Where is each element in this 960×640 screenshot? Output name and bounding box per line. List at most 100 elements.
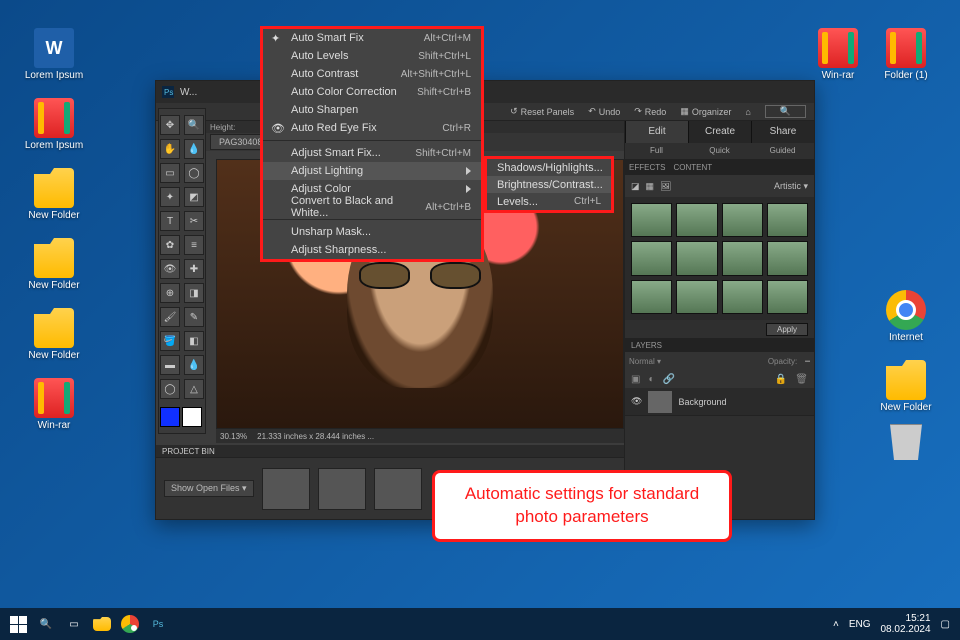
explorer-taskbar[interactable] bbox=[88, 610, 116, 638]
desktop-icon-folder-r1[interactable]: Folder (1) bbox=[874, 28, 938, 81]
background-color[interactable] bbox=[182, 407, 202, 427]
chrome-taskbar[interactable] bbox=[116, 610, 144, 638]
menu-auto-redeye[interactable]: 👁Auto Red Eye FixCtrl+R bbox=[263, 119, 481, 137]
move-tool[interactable]: ✥ bbox=[160, 115, 180, 135]
clone-tool[interactable]: ⊕ bbox=[160, 283, 180, 303]
fx-tab-effects[interactable]: EFFECTS bbox=[629, 163, 665, 172]
home-button[interactable]: ⌂ bbox=[745, 107, 750, 117]
desktop-icon-winrar[interactable]: Win-rar bbox=[22, 378, 86, 431]
eraser-tool[interactable]: ◨ bbox=[184, 283, 204, 303]
wand-tool[interactable]: ✦ bbox=[160, 187, 180, 207]
effect-thumb[interactable] bbox=[676, 280, 717, 314]
menu-auto-levels[interactable]: Auto LevelsShift+Ctrl+L bbox=[263, 47, 481, 65]
cookie-tool[interactable]: ✿ bbox=[160, 235, 180, 255]
tab-create[interactable]: Create bbox=[688, 121, 751, 143]
layer-row[interactable]: 👁 Background bbox=[625, 388, 814, 416]
desktop-icon-word[interactable]: Lorem Ipsum bbox=[22, 28, 86, 81]
desktop-icon-binders[interactable]: Lorem Ipsum bbox=[22, 98, 86, 151]
visibility-icon[interactable]: 👁 bbox=[631, 396, 642, 407]
effect-thumb[interactable] bbox=[722, 280, 763, 314]
link-icon[interactable]: 🔗 bbox=[663, 374, 675, 385]
effect-thumb[interactable] bbox=[676, 203, 717, 237]
lock-icon[interactable]: 🔒 bbox=[775, 374, 787, 385]
task-view-button[interactable]: ▭ bbox=[60, 610, 88, 638]
straighten-tool[interactable]: ≡ bbox=[184, 235, 204, 255]
effect-thumb[interactable] bbox=[631, 241, 672, 275]
crop-tool[interactable]: ✂ bbox=[184, 211, 204, 231]
fx-category-select[interactable]: Artistic ▾ bbox=[774, 181, 808, 192]
lasso-tool[interactable]: ◯ bbox=[184, 163, 204, 183]
effect-thumb[interactable] bbox=[631, 203, 672, 237]
menu-auto-contrast[interactable]: Auto ContrastAlt+Shift+Ctrl+L bbox=[263, 65, 481, 83]
fx-tab-content[interactable]: CONTENT bbox=[673, 163, 712, 172]
language-indicator[interactable]: ENG bbox=[849, 619, 871, 630]
menu-adjust-lighting[interactable]: Adjust Lighting bbox=[263, 162, 481, 180]
foreground-color[interactable] bbox=[160, 407, 180, 427]
desktop-icon-folder-1[interactable]: New Folder bbox=[22, 168, 86, 221]
shape-tool[interactable]: ▬ bbox=[160, 355, 180, 375]
start-button[interactable] bbox=[4, 610, 32, 638]
brush-tool[interactable]: 🖌 bbox=[160, 307, 180, 327]
effect-thumb[interactable] bbox=[767, 203, 808, 237]
redeye-tool[interactable]: 👁 bbox=[160, 259, 180, 279]
effect-thumb[interactable] bbox=[676, 241, 717, 275]
submenu-levels[interactable]: Levels...Ctrl+L bbox=[487, 193, 611, 210]
submenu-brightness-contrast[interactable]: Brightness/Contrast... bbox=[487, 176, 611, 193]
gradient-tool[interactable]: ◧ bbox=[184, 331, 204, 351]
project-thumb[interactable] bbox=[374, 468, 422, 510]
sponge-tool[interactable]: ◯ bbox=[160, 379, 180, 399]
apply-button[interactable]: Apply bbox=[766, 323, 808, 336]
menu-auto-sharpen[interactable]: Auto Sharpen bbox=[263, 101, 481, 119]
menu-adjust-sharpness[interactable]: Adjust Sharpness... bbox=[263, 241, 481, 259]
fx-photo-icon[interactable]: 🖼 bbox=[660, 181, 671, 192]
bucket-tool[interactable]: 🪣 bbox=[160, 331, 180, 351]
menu-auto-color[interactable]: Auto Color CorrectionShift+Ctrl+B bbox=[263, 83, 481, 101]
project-bin-toggle[interactable]: Show Open Files ▾ bbox=[164, 480, 254, 497]
menu-unsharp-mask[interactable]: Unsharp Mask... bbox=[263, 223, 481, 241]
submenu-shadows-highlights[interactable]: Shadows/Highlights... bbox=[487, 159, 611, 176]
menu-adjust-smart-fix[interactable]: Adjust Smart Fix...Shift+Ctrl+M bbox=[263, 144, 481, 162]
adjustment-icon[interactable]: ◐ bbox=[648, 374, 654, 385]
marquee-tool[interactable]: ▭ bbox=[160, 163, 180, 183]
hand-tool[interactable]: ✋ bbox=[160, 139, 180, 159]
window-titlebar[interactable]: Ps W... bbox=[156, 81, 814, 103]
subtab-full[interactable]: Full bbox=[625, 143, 688, 159]
desktop-icon-winrar-2[interactable]: Win-rar bbox=[806, 28, 870, 81]
detail-tool[interactable]: △ bbox=[184, 379, 204, 399]
redo-button[interactable]: ↷ Redo bbox=[634, 106, 666, 117]
subtab-quick[interactable]: Quick bbox=[688, 143, 751, 159]
menu-auto-smart-fix[interactable]: ✦Auto Smart FixAlt+Ctrl+M bbox=[263, 29, 481, 47]
search-field[interactable]: 🔍 bbox=[765, 105, 806, 118]
healing-tool[interactable]: ✚ bbox=[184, 259, 204, 279]
project-thumb[interactable] bbox=[318, 468, 366, 510]
desktop-icon-chrome[interactable]: Internet bbox=[874, 290, 938, 343]
fx-filters-icon[interactable]: ◪ bbox=[631, 181, 640, 192]
effect-thumb[interactable] bbox=[722, 241, 763, 275]
blur-tool[interactable]: 💧 bbox=[184, 355, 204, 375]
tab-share[interactable]: Share bbox=[751, 121, 814, 143]
desktop-icon-folder-r2[interactable]: New Folder bbox=[874, 360, 938, 413]
search-button[interactable]: 🔍 bbox=[32, 610, 60, 638]
effect-thumb[interactable] bbox=[767, 280, 808, 314]
desktop-icon-folder-2[interactable]: New Folder bbox=[22, 238, 86, 291]
organizer-button[interactable]: ▦ Organizer bbox=[680, 106, 731, 117]
smart-brush-tool[interactable]: ✎ bbox=[184, 307, 204, 327]
blend-mode-select[interactable]: Normal ▾ bbox=[629, 357, 661, 366]
subtab-guided[interactable]: Guided bbox=[751, 143, 814, 159]
eyedropper-tool[interactable]: 💧 bbox=[184, 139, 204, 159]
undo-button[interactable]: ↶ Undo bbox=[588, 106, 620, 117]
reset-panels-button[interactable]: ↺ Reset Panels bbox=[510, 106, 574, 117]
effect-thumb[interactable] bbox=[767, 241, 808, 275]
new-layer-icon[interactable]: ▣ bbox=[631, 374, 640, 385]
effect-thumb[interactable] bbox=[722, 203, 763, 237]
tab-edit[interactable]: Edit bbox=[625, 121, 688, 143]
tray-chevron-icon[interactable]: ˄ bbox=[833, 619, 839, 630]
photoshop-taskbar[interactable]: Ps bbox=[144, 610, 172, 638]
desktop-icon-trash[interactable] bbox=[874, 420, 938, 462]
effect-thumb[interactable] bbox=[631, 280, 672, 314]
zoom-tool[interactable]: 🔍 bbox=[184, 115, 204, 135]
opacity-slider[interactable]: ━ bbox=[805, 357, 810, 366]
project-thumb[interactable] bbox=[262, 468, 310, 510]
selection-tool[interactable]: ◩ bbox=[184, 187, 204, 207]
type-tool[interactable]: T bbox=[160, 211, 180, 231]
